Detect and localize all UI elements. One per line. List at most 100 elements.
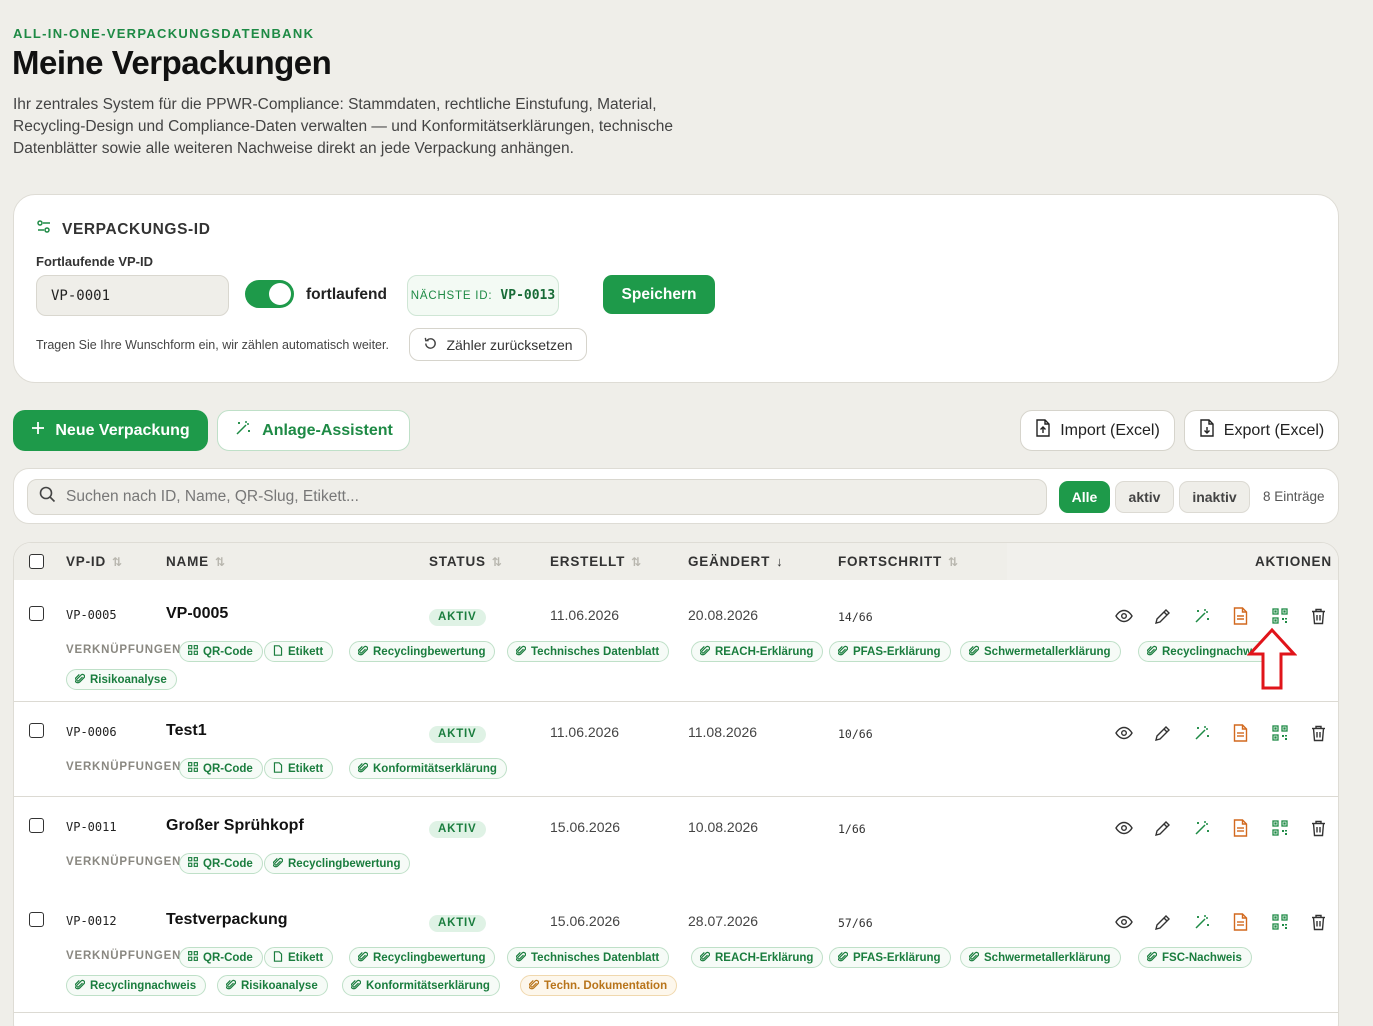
vpid-input[interactable]	[36, 275, 229, 316]
row-name[interactable]: Testverpackung	[166, 911, 288, 929]
link-chip-label: Recyclingbewertung	[373, 645, 486, 658]
filter-all-button[interactable]: Alle	[1059, 481, 1110, 513]
paperclip-icon	[837, 951, 849, 965]
qr-code-icon[interactable]	[1260, 912, 1299, 932]
link-chip[interactable]: FSC-Nachweis	[1138, 947, 1252, 968]
link-chip[interactable]: Etikett	[264, 758, 334, 779]
save-button[interactable]: Speichern	[603, 275, 715, 314]
document-icon[interactable]	[1221, 818, 1260, 838]
filter-inactive-button[interactable]: inaktiv	[1179, 481, 1250, 513]
edit-icon[interactable]	[1143, 818, 1182, 838]
view-icon[interactable]	[1104, 606, 1143, 626]
link-chip[interactable]: Recyclingnachweis	[66, 975, 207, 996]
link-chip[interactable]: Risikoanalyse	[66, 669, 177, 690]
row-progress: 1/66	[838, 822, 866, 836]
column-header-id[interactable]: VP-ID ⇅	[66, 554, 122, 569]
row-id: VP-0006	[66, 725, 117, 739]
row-changed: 10.08.2026	[688, 819, 759, 835]
row-checkbox[interactable]	[29, 818, 44, 833]
link-chip[interactable]: Etikett	[264, 947, 334, 968]
toggle-knob	[269, 283, 291, 305]
link-chip[interactable]: Schwermetallerklärung	[960, 947, 1121, 968]
row-name[interactable]: VP-0005	[166, 605, 228, 623]
assistant-wand-icon[interactable]	[1182, 912, 1221, 932]
link-chip[interactable]: REACH-Erklärung	[691, 641, 824, 662]
document-icon[interactable]	[1221, 723, 1260, 743]
trash-icon[interactable]	[1299, 818, 1338, 838]
link-chip-label: REACH-Erklärung	[715, 951, 814, 964]
view-icon[interactable]	[1104, 912, 1143, 932]
link-chip-label: QR-Code	[203, 857, 253, 870]
column-header-progress[interactable]: FORTSCHRITT ⇅	[838, 554, 958, 569]
link-chip[interactable]: REACH-Erklärung	[691, 947, 824, 968]
status-badge: AKTIV	[429, 915, 486, 932]
row-name[interactable]: Test1	[166, 722, 207, 740]
edit-icon[interactable]	[1143, 606, 1182, 626]
link-chip[interactable]: Konformitätserklärung	[349, 758, 507, 779]
continuous-toggle[interactable]	[245, 280, 294, 308]
trash-icon[interactable]	[1299, 912, 1338, 932]
column-header-status[interactable]: STATUS ⇅	[429, 554, 502, 569]
assistant-button[interactable]: Anlage-Assistent	[217, 410, 410, 451]
assistant-wand-icon[interactable]	[1182, 818, 1221, 838]
column-header-name[interactable]: NAME ⇅	[166, 554, 225, 569]
edit-icon[interactable]	[1143, 723, 1182, 743]
assistant-wand-icon[interactable]	[1182, 606, 1221, 626]
link-chip[interactable]: Recyclingbewertung	[264, 853, 411, 874]
paperclip-icon	[699, 645, 711, 659]
trash-icon[interactable]	[1299, 606, 1338, 626]
search-input[interactable]	[66, 488, 1016, 506]
view-icon[interactable]	[1104, 723, 1143, 743]
qr-code-icon[interactable]	[1260, 818, 1299, 838]
view-icon[interactable]	[1104, 818, 1143, 838]
id-card-header: VERPACKUNGS-ID	[36, 219, 210, 240]
import-excel-button[interactable]: Import (Excel)	[1020, 410, 1175, 451]
link-chip[interactable]: Techn. Dokumentation	[520, 975, 678, 996]
link-chip[interactable]: QR-Code	[179, 853, 263, 874]
row-name[interactable]: Großer Sprühkopf	[166, 817, 304, 835]
link-chip[interactable]: Technisches Datenblatt	[507, 641, 670, 662]
paperclip-icon	[515, 951, 527, 965]
reset-counter-button[interactable]: Zähler zurücksetzen	[409, 328, 587, 361]
select-all-checkbox[interactable]	[29, 554, 44, 569]
link-chip[interactable]: Technisches Datenblatt	[507, 947, 670, 968]
export-excel-button[interactable]: Export (Excel)	[1184, 410, 1339, 451]
link-chip[interactable]: Konformitätserklärung	[342, 975, 500, 996]
label-icon	[273, 761, 283, 776]
link-chip[interactable]: PFAS-Erklärung	[829, 947, 951, 968]
link-chip-label: QR-Code	[203, 951, 253, 964]
qr-code-icon[interactable]	[1260, 606, 1299, 626]
trash-icon[interactable]	[1299, 723, 1338, 743]
export-excel-label: Export (Excel)	[1223, 421, 1325, 439]
row-created: 11.06.2026	[550, 607, 620, 623]
link-chip[interactable]: Etikett	[264, 641, 334, 662]
document-icon[interactable]	[1221, 606, 1260, 626]
column-status-label: STATUS	[429, 554, 486, 569]
column-actions-label: AKTIONEN	[1255, 554, 1332, 569]
row-checkbox[interactable]	[29, 912, 44, 927]
paperclip-icon	[1146, 951, 1158, 965]
link-chip[interactable]: Risikoanalyse	[217, 975, 328, 996]
column-header-changed[interactable]: GEÄNDERT ↓	[688, 554, 783, 569]
link-chip[interactable]: QR-Code	[179, 947, 263, 968]
link-chip-label: Technisches Datenblatt	[531, 951, 660, 964]
link-chip[interactable]: QR-Code	[179, 641, 263, 662]
link-chip[interactable]: PFAS-Erklärung	[829, 641, 951, 662]
link-chip[interactable]: Recyclingbewertung	[349, 641, 496, 662]
assistant-wand-icon[interactable]	[1182, 723, 1221, 743]
row-id: VP-0011	[66, 820, 117, 834]
qr-code-icon	[188, 857, 198, 870]
qr-code-icon[interactable]	[1260, 723, 1299, 743]
edit-icon[interactable]	[1143, 912, 1182, 932]
link-chip[interactable]: Recyclingbewertung	[349, 947, 496, 968]
document-icon[interactable]	[1221, 912, 1260, 932]
entry-count: 8 Einträge	[1263, 489, 1325, 504]
row-checkbox[interactable]	[29, 723, 44, 738]
column-header-created[interactable]: ERSTELLT ⇅	[550, 554, 641, 569]
link-chip[interactable]: Schwermetallerklärung	[960, 641, 1121, 662]
new-packaging-button[interactable]: Neue Verpackung	[13, 410, 208, 451]
filter-active-button[interactable]: aktiv	[1115, 481, 1174, 513]
link-chip[interactable]: QR-Code	[179, 758, 263, 779]
row-id: VP-0005	[66, 608, 117, 622]
row-checkbox[interactable]	[29, 606, 44, 621]
